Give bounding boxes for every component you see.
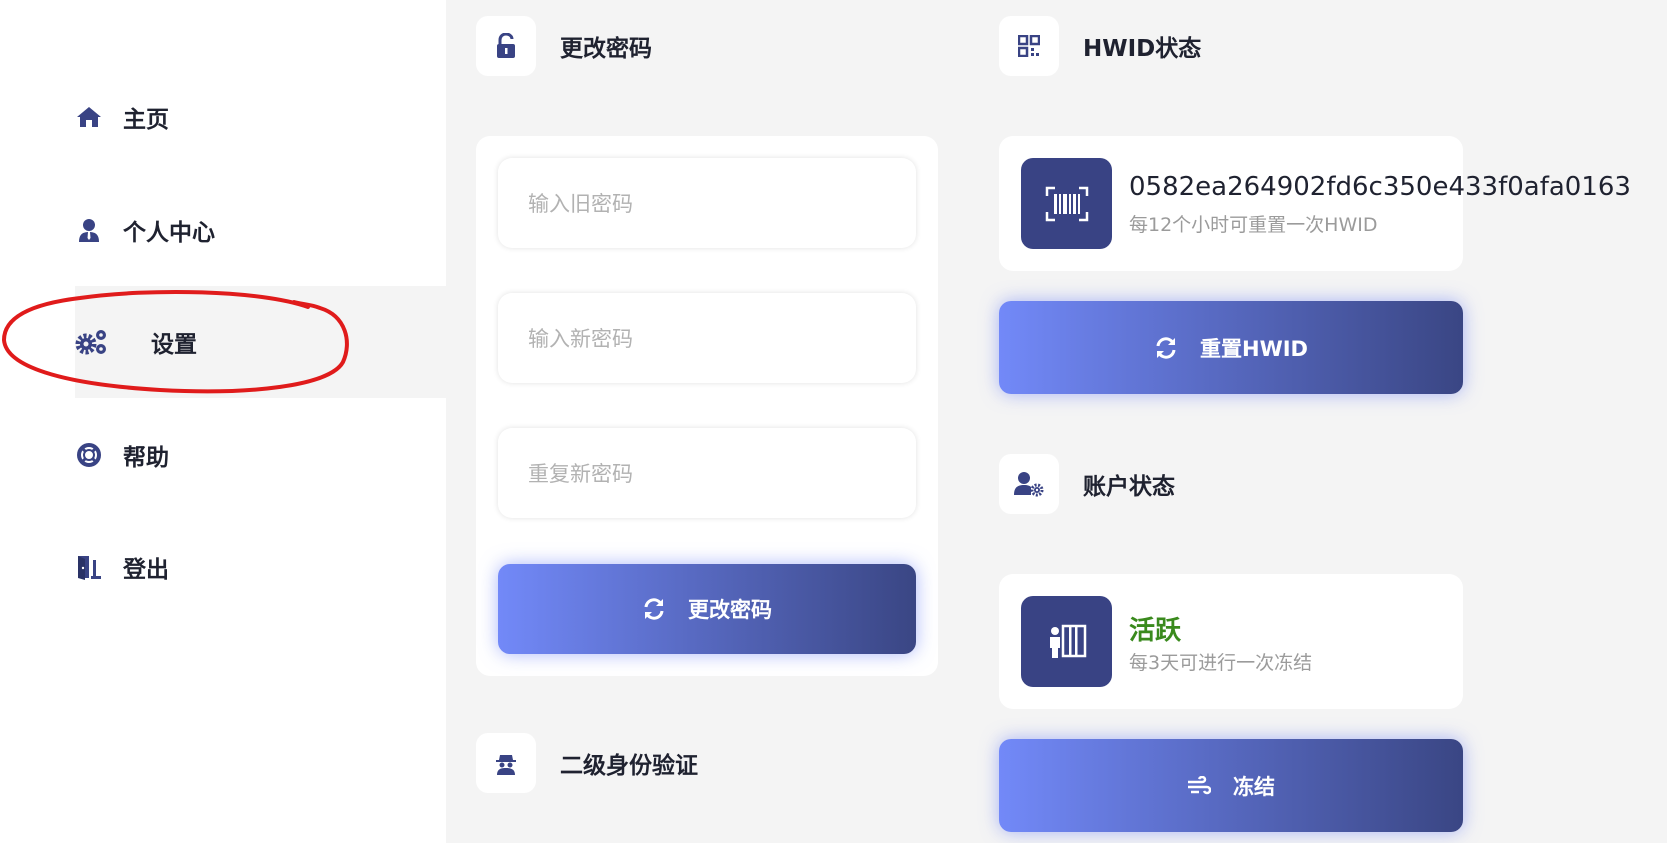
button-label: 更改密码 xyxy=(688,598,772,622)
section-title: 更改密码 xyxy=(560,36,652,62)
settings-main: 更改密码 输入旧密码 输入新密码 重复新密码 更改密码 二级身份验证 HWID状… xyxy=(446,0,1667,843)
sidebar-item-label: 个人中心 xyxy=(123,220,215,246)
section-title: HWID状态 xyxy=(1083,36,1202,62)
user-icon xyxy=(75,216,103,244)
freeze-button[interactable]: 冻结 xyxy=(999,739,1463,832)
old-password-input[interactable]: 输入旧密码 xyxy=(498,158,916,248)
unlock-icon xyxy=(476,16,536,76)
change-password-button[interactable]: 更改密码 xyxy=(498,564,916,654)
refresh-icon xyxy=(1154,336,1178,360)
sidebar: 主页 个人中心 设置 帮助 登出 xyxy=(0,0,446,843)
account-status-header: 账户状态 xyxy=(999,454,1175,514)
barcode-icon xyxy=(1021,158,1112,249)
sidebar-item-label: 主页 xyxy=(123,107,169,133)
hwid-status-card: 0582ea264902fd6c350e433f0afa0163 每12个小时可… xyxy=(999,136,1631,271)
section-title: 二级身份验证 xyxy=(560,753,698,779)
button-label: 重置HWID xyxy=(1200,336,1308,361)
sidebar-item-settings[interactable]: 设置 xyxy=(75,286,446,398)
wind-icon xyxy=(1187,775,1211,796)
account-status-value: 活跃 xyxy=(1129,616,1182,646)
sidebar-item-home[interactable]: 主页 xyxy=(75,61,446,173)
door-exit-icon xyxy=(75,553,103,581)
reset-hwid-button[interactable]: 重置HWID xyxy=(999,301,1463,394)
change-password-header: 更改密码 xyxy=(476,16,652,76)
user-gear-icon xyxy=(999,454,1059,514)
refresh-icon xyxy=(642,597,666,621)
lifebuoy-icon xyxy=(75,441,103,469)
hwid-note: 每12个小时可重置一次HWID xyxy=(1129,214,1378,236)
section-title: 账户状态 xyxy=(1083,474,1175,500)
hwid-status-header: HWID状态 xyxy=(999,16,1201,76)
sidebar-item-profile[interactable]: 个人中心 xyxy=(75,174,446,286)
button-label: 冻结 xyxy=(1233,774,1275,799)
sidebar-item-help[interactable]: 帮助 xyxy=(75,399,446,511)
sidebar-item-logout[interactable]: 登出 xyxy=(75,511,446,623)
sidebar-item-label: 登出 xyxy=(123,557,169,583)
gears-icon xyxy=(75,328,109,356)
qrcode-icon xyxy=(999,16,1059,76)
sidebar-item-label: 设置 xyxy=(151,332,197,358)
change-password-card: 输入旧密码 输入新密码 重复新密码 更改密码 xyxy=(476,136,938,676)
account-status-note: 每3天可进行一次冻结 xyxy=(1129,652,1313,674)
home-icon xyxy=(75,103,103,131)
account-status-card: 活跃 每3天可进行一次冻结 xyxy=(999,574,1463,709)
new-password-input[interactable]: 输入新密码 xyxy=(498,293,916,383)
hwid-value: 0582ea264902fd6c350e433f0afa0163 xyxy=(1129,172,1631,202)
repeat-password-input[interactable]: 重复新密码 xyxy=(498,428,916,518)
freeze-person-icon xyxy=(1021,596,1112,687)
spy-icon xyxy=(476,733,536,793)
sidebar-item-label: 帮助 xyxy=(123,445,169,471)
two-factor-header: 二级身份验证 xyxy=(476,733,698,793)
